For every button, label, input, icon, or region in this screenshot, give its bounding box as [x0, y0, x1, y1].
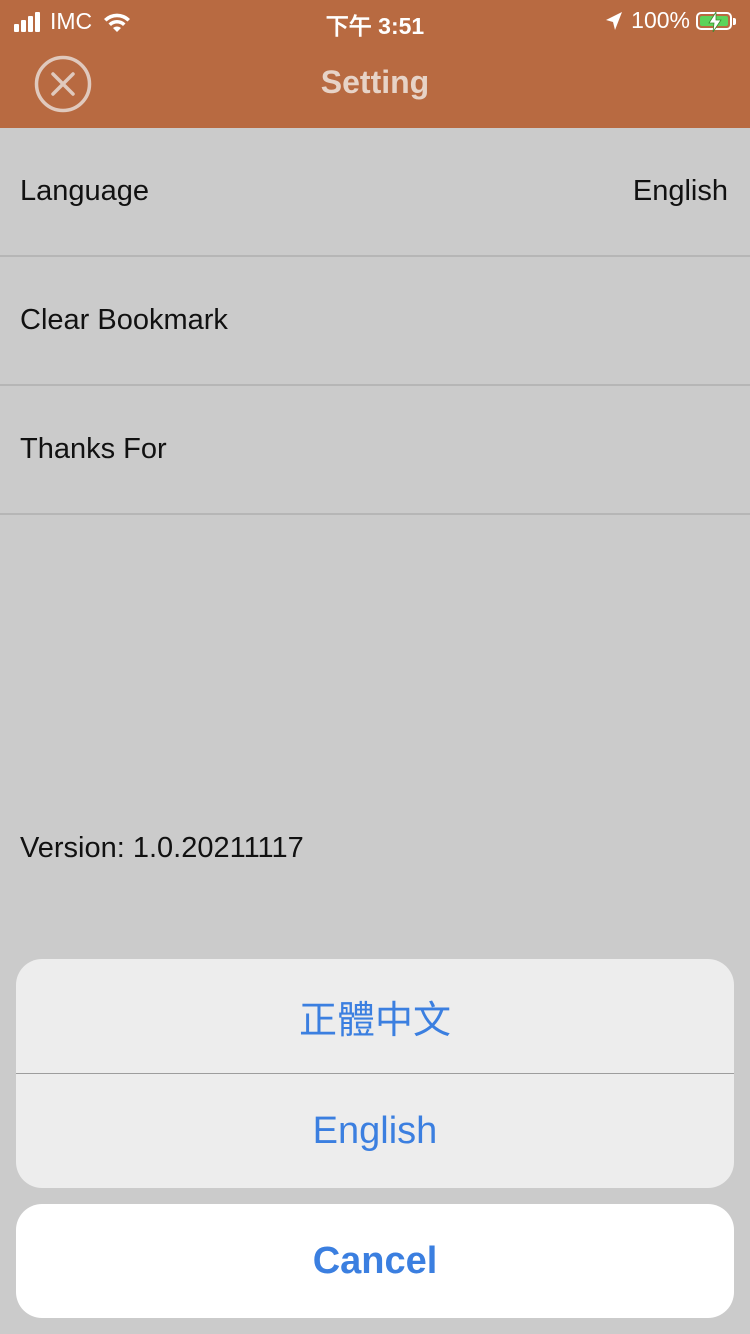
- setting-value: English: [632, 175, 728, 207]
- setting-label: Clear Bookmark: [20, 304, 228, 336]
- version-label: Version: 1.0.20211117: [20, 832, 304, 864]
- status-bar: IMC 下午 3:51 100%: [0, 0, 750, 40]
- setting-row-clear-bookmark[interactable]: Clear Bookmark: [0, 257, 750, 386]
- charging-bolt-icon: [708, 11, 722, 32]
- settings-list: Language English Clear Bookmark Thanks F…: [0, 128, 750, 515]
- option-english[interactable]: English: [16, 1073, 734, 1188]
- setting-label: Thanks For: [20, 433, 167, 465]
- setting-row-thanks-for[interactable]: Thanks For: [0, 386, 750, 515]
- page-title: Setting: [320, 64, 430, 100]
- battery-percent: 100%: [631, 7, 690, 33]
- header-bar: IMC 下午 3:51 100% Setting: [0, 0, 750, 128]
- cancel-button[interactable]: Cancel: [16, 1204, 734, 1318]
- location-arrow-icon: [606, 11, 623, 30]
- setting-row-language[interactable]: Language English: [0, 128, 750, 257]
- language-action-sheet: 正體中文 English: [16, 959, 734, 1188]
- option-traditional-chinese[interactable]: 正體中文: [16, 959, 734, 1073]
- navigation-bar: Setting: [0, 40, 750, 128]
- battery-icon: [696, 11, 736, 32]
- setting-label: Language: [20, 175, 150, 207]
